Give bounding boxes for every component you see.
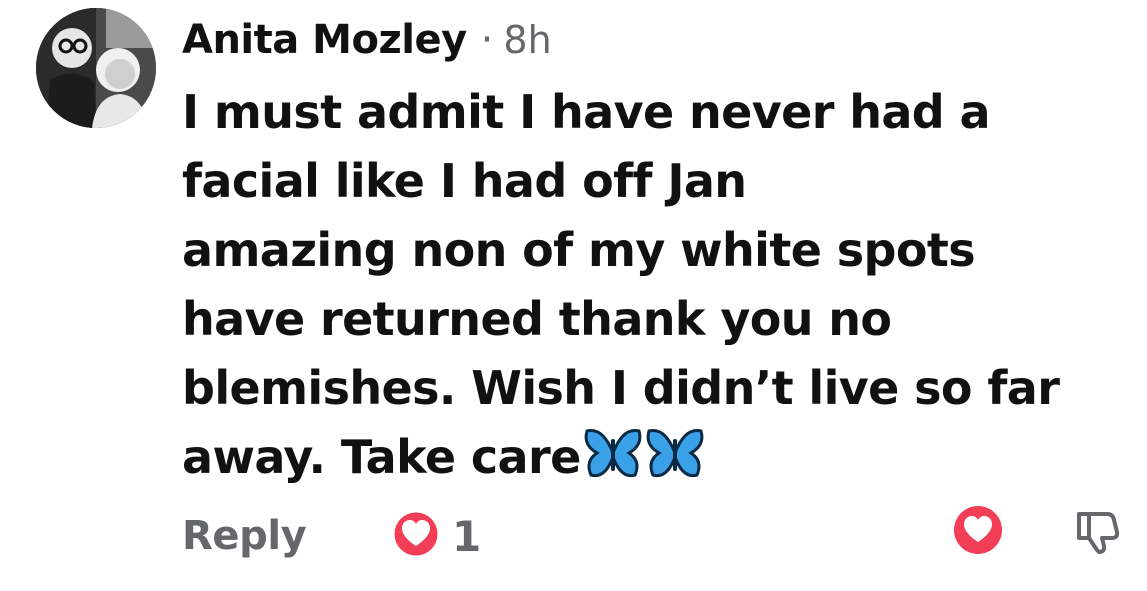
comment-line: have returned thank you no	[182, 292, 892, 346]
comment-line: away. Take care	[182, 430, 581, 484]
thumbs-down-icon	[1077, 512, 1120, 554]
avatar-photo	[36, 8, 156, 128]
love-reaction-icon	[390, 508, 442, 564]
author-name[interactable]: Anita Mozley	[182, 17, 467, 63]
comment-last-line: away. Take care	[182, 423, 1132, 492]
reply-button[interactable]: Reply	[182, 508, 307, 564]
dislike-button[interactable]	[1073, 506, 1123, 556]
comment-timestamp[interactable]: 8h	[503, 18, 551, 62]
comment-line: facial like I had off Jan	[182, 154, 747, 208]
comment-line: blemishes. Wish I didn’t live so far	[182, 361, 1060, 415]
avatar[interactable]	[36, 8, 156, 128]
reaction-count: 1	[452, 511, 482, 561]
meta-separator: ·	[480, 17, 494, 63]
love-icon	[954, 506, 1002, 554]
love-button[interactable]	[952, 504, 1004, 556]
butterfly-icon	[645, 425, 705, 500]
comment-header: Anita Mozley · 8h	[182, 12, 552, 68]
comment-body: I must admit I have never had a facial l…	[182, 78, 1132, 492]
comment-line: I must admit I have never had a	[182, 85, 991, 139]
comment-line: amazing non of my white spots	[182, 223, 976, 277]
reaction-summary[interactable]: 1	[390, 508, 481, 564]
butterfly-icon	[583, 425, 643, 500]
